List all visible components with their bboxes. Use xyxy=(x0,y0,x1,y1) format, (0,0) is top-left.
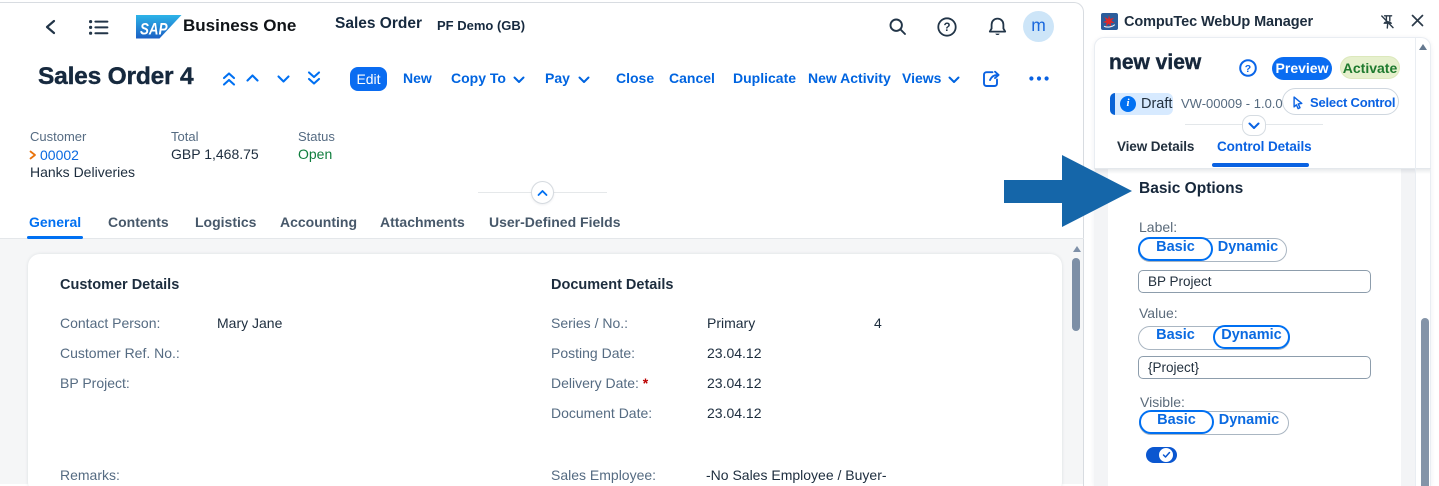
svg-text:SAP: SAP xyxy=(140,20,168,39)
svg-text:?: ? xyxy=(943,22,950,34)
svg-text:?: ? xyxy=(1245,63,1251,75)
